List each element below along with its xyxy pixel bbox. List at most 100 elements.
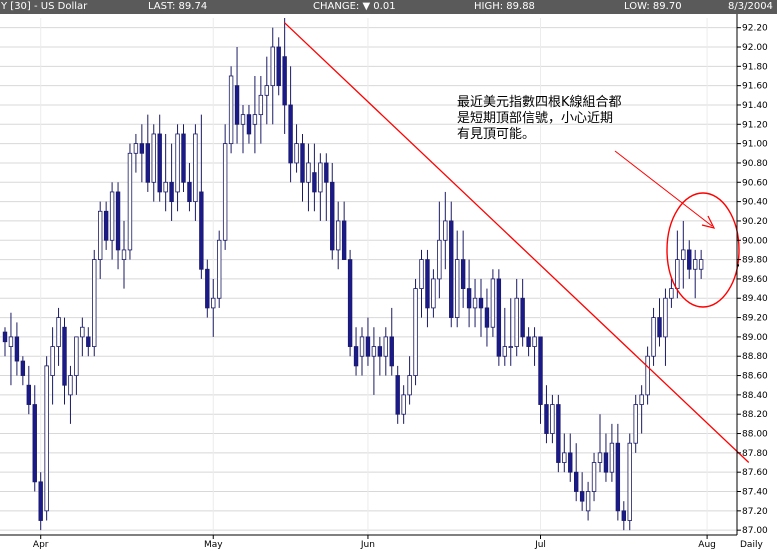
candle-body-down (14, 336, 20, 362)
candle-body-up (80, 326, 85, 338)
candle (127, 143, 133, 260)
candle-body-up (335, 220, 341, 251)
candle-body-up (419, 259, 424, 289)
candle-body-up (651, 317, 656, 357)
y-tick-label: 88.40 (742, 391, 768, 401)
candle (181, 124, 186, 192)
candle (92, 249, 97, 357)
candle-body-up (562, 452, 567, 463)
candle-body-up (401, 394, 406, 415)
candle-body-up (454, 259, 460, 318)
candle-body-down (187, 181, 192, 203)
x-tick-label: Apr (33, 540, 49, 550)
candle-body-down (26, 384, 31, 405)
period-label: Daily (740, 540, 763, 550)
candle-body-up (294, 143, 299, 164)
candle-body-down (579, 491, 585, 502)
annotation-line: 是短期頂部信號，小心近期 (457, 111, 613, 126)
candle-body-down (300, 143, 305, 183)
candle-body-down (526, 336, 531, 347)
candle-body-up (318, 162, 323, 193)
y-tick-label: 91.80 (742, 62, 768, 72)
candle-body-down (574, 471, 579, 492)
candle-body-down (205, 268, 210, 309)
candle-body-down (288, 104, 293, 164)
candle (627, 433, 632, 531)
candle-body-up (407, 375, 412, 396)
candle-body-down (520, 297, 525, 338)
x-tick-label: Jul (534, 540, 546, 550)
candle-body-up (681, 249, 686, 260)
y-tick-label: 87.80 (742, 449, 768, 459)
candle-body-down (687, 249, 692, 270)
candle-body-up (252, 114, 258, 125)
candle-body-up (371, 346, 377, 357)
candle-body-down (568, 452, 573, 473)
candle-body-up (502, 346, 507, 357)
candle-body-down (603, 452, 609, 473)
candle-body-up (211, 297, 216, 309)
candle-body-up (133, 143, 139, 154)
candle-body-up (151, 133, 156, 183)
candle-body-up (74, 336, 79, 376)
candle-body-up (585, 491, 591, 512)
candle-body-up (228, 75, 234, 145)
candle-body-up (44, 365, 49, 512)
date-label: 8/3/2004 (728, 1, 773, 12)
candle-body-down (353, 346, 359, 367)
candle-body-up (431, 278, 436, 309)
y-tick-label: 92.20 (742, 24, 768, 34)
annotation-line: 有見頂可能。 (457, 127, 535, 142)
candle-body-down (282, 56, 287, 106)
change-value: CHANGE: ▼ 0.01 (313, 1, 396, 12)
y-tick-label: 92.00 (742, 43, 768, 53)
candle-body-up (56, 317, 61, 347)
candle-body-down (425, 259, 430, 309)
candle-body-down (621, 510, 626, 521)
candle-body-up (514, 297, 519, 347)
candle (44, 356, 49, 521)
candle-body-down (139, 143, 145, 154)
y-tick-label: 91.00 (742, 140, 768, 150)
y-tick-label: 90.40 (742, 198, 768, 208)
candle-body-down (115, 191, 121, 251)
symbol-label: Y [30] - US Dollar (1, 1, 88, 12)
candle-body-up (591, 462, 597, 492)
candle-body-down (466, 288, 472, 309)
candle-body-down (312, 172, 317, 193)
candle (216, 230, 222, 308)
candle-body-down (365, 336, 371, 357)
x-tick-label: May (204, 540, 223, 550)
candle-body-down (330, 181, 335, 251)
candle-body-up (597, 452, 603, 463)
candle (413, 278, 418, 386)
last-price-marker (737, 264, 739, 267)
candle-body-down (86, 336, 91, 347)
y-tick-label: 89.40 (742, 294, 768, 304)
candle-body-down (395, 375, 400, 415)
last-price: LAST: 89.74 (148, 1, 208, 12)
candle-body-up (693, 259, 698, 270)
y-tick-label: 87.20 (742, 507, 768, 517)
candle-body-up (121, 249, 127, 260)
y-tick-label: 90.60 (742, 178, 768, 188)
candle-body-down (657, 317, 662, 338)
candle-body-up (490, 278, 496, 328)
candle-body-up (222, 143, 228, 241)
candle-body-down (199, 191, 204, 270)
y-tick-label: 87.40 (742, 488, 768, 498)
candle-body-down (157, 133, 162, 193)
candle-body-up (698, 259, 704, 270)
candle-body-up (550, 404, 555, 434)
candle-body-up (127, 152, 133, 251)
candle-body-down (478, 297, 484, 309)
candle-body-down (20, 360, 26, 376)
candle-body-up (175, 133, 180, 193)
y-tick-label: 88.80 (742, 352, 768, 362)
candle-body-down (484, 307, 490, 328)
candle-body-up (413, 288, 418, 376)
candle-body-up (98, 210, 103, 260)
candle-body-up (633, 404, 638, 444)
y-tick-label: 87.00 (742, 526, 768, 536)
candle-body-down (377, 346, 383, 357)
